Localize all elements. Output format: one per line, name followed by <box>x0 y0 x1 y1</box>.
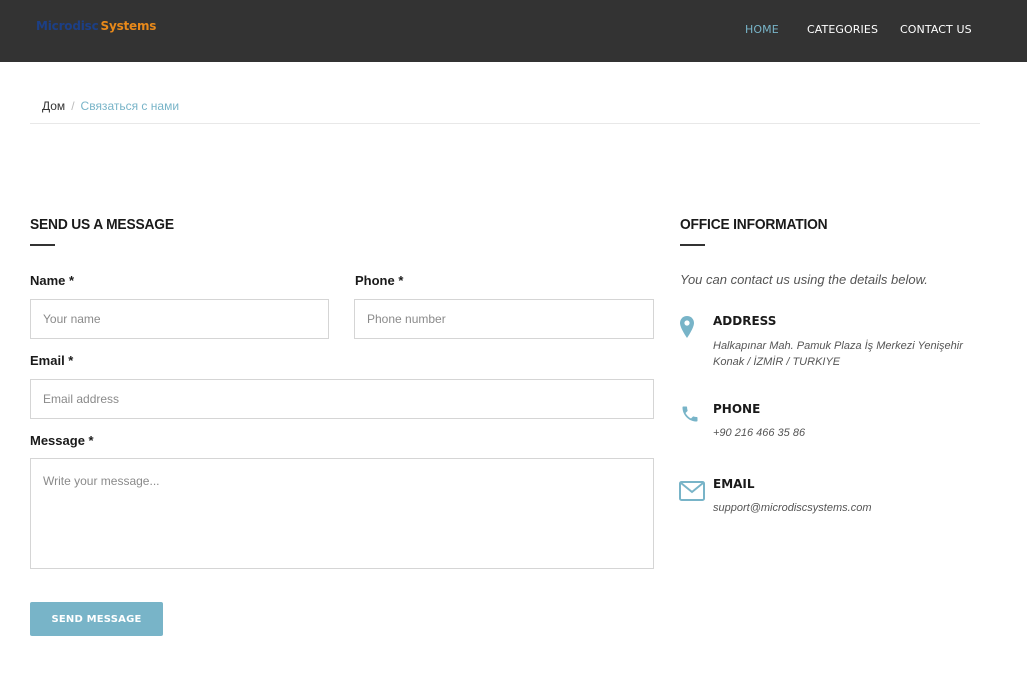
breadcrumb: Дом / Связаться с нами <box>42 99 179 113</box>
office-intro: You can contact us using the details bel… <box>680 272 928 287</box>
message-label: Message * <box>30 433 94 448</box>
nav-categories-link[interactable]: CATEGORIES <box>807 23 878 36</box>
breadcrumb-home-link[interactable]: Дом <box>42 99 65 113</box>
phone-icon <box>680 404 700 429</box>
message-textarea[interactable] <box>30 458 654 569</box>
nav-contact-link[interactable]: CONTACT US <box>900 23 972 36</box>
site-logo[interactable]: Microdisc Systems <box>36 19 156 33</box>
map-pin-icon <box>680 316 694 343</box>
logo-text-primary: Microdisc <box>36 19 99 33</box>
phone-value: +90 216 466 35 86 <box>713 427 806 439</box>
envelope-icon <box>679 481 705 506</box>
top-navbar: Microdisc Systems HOME CATEGORIES CONTACT… <box>0 0 1027 62</box>
breadcrumb-current: Связаться с нами <box>80 99 180 113</box>
phone-label: Phone * <box>355 273 404 288</box>
logo-text-secondary: Systems <box>100 19 157 33</box>
breadcrumb-separator: / <box>71 99 75 113</box>
email-input[interactable] <box>30 379 654 419</box>
form-title: SEND US A MESSAGE <box>30 216 174 233</box>
address-heading: ADDRESS <box>713 314 777 328</box>
name-input[interactable] <box>30 299 329 339</box>
email-value[interactable]: support@microdiscsystems.com <box>713 500 973 516</box>
nav-home-link[interactable]: HOME <box>745 23 779 36</box>
phone-heading: PHONE <box>713 402 761 416</box>
office-title-underline <box>680 244 705 246</box>
address-line-2: Konak / İZMİR / TURKIYE <box>713 356 841 368</box>
phone-input[interactable] <box>354 299 654 339</box>
email-label: Email * <box>30 353 74 368</box>
email-heading: EMAIL <box>713 477 755 491</box>
address-text: Halkapınar Mah. Pamuk Plaza İş Merkezi Y… <box>713 338 973 370</box>
form-title-underline <box>30 244 55 246</box>
breadcrumb-divider <box>30 123 980 124</box>
address-line-1: Halkapınar Mah. Pamuk Plaza İş Merkezi Y… <box>713 340 963 352</box>
name-label: Name * <box>30 273 75 288</box>
office-title: OFFICE INFORMATION <box>680 216 828 233</box>
send-message-button[interactable]: SEND MESSAGE <box>30 602 163 636</box>
